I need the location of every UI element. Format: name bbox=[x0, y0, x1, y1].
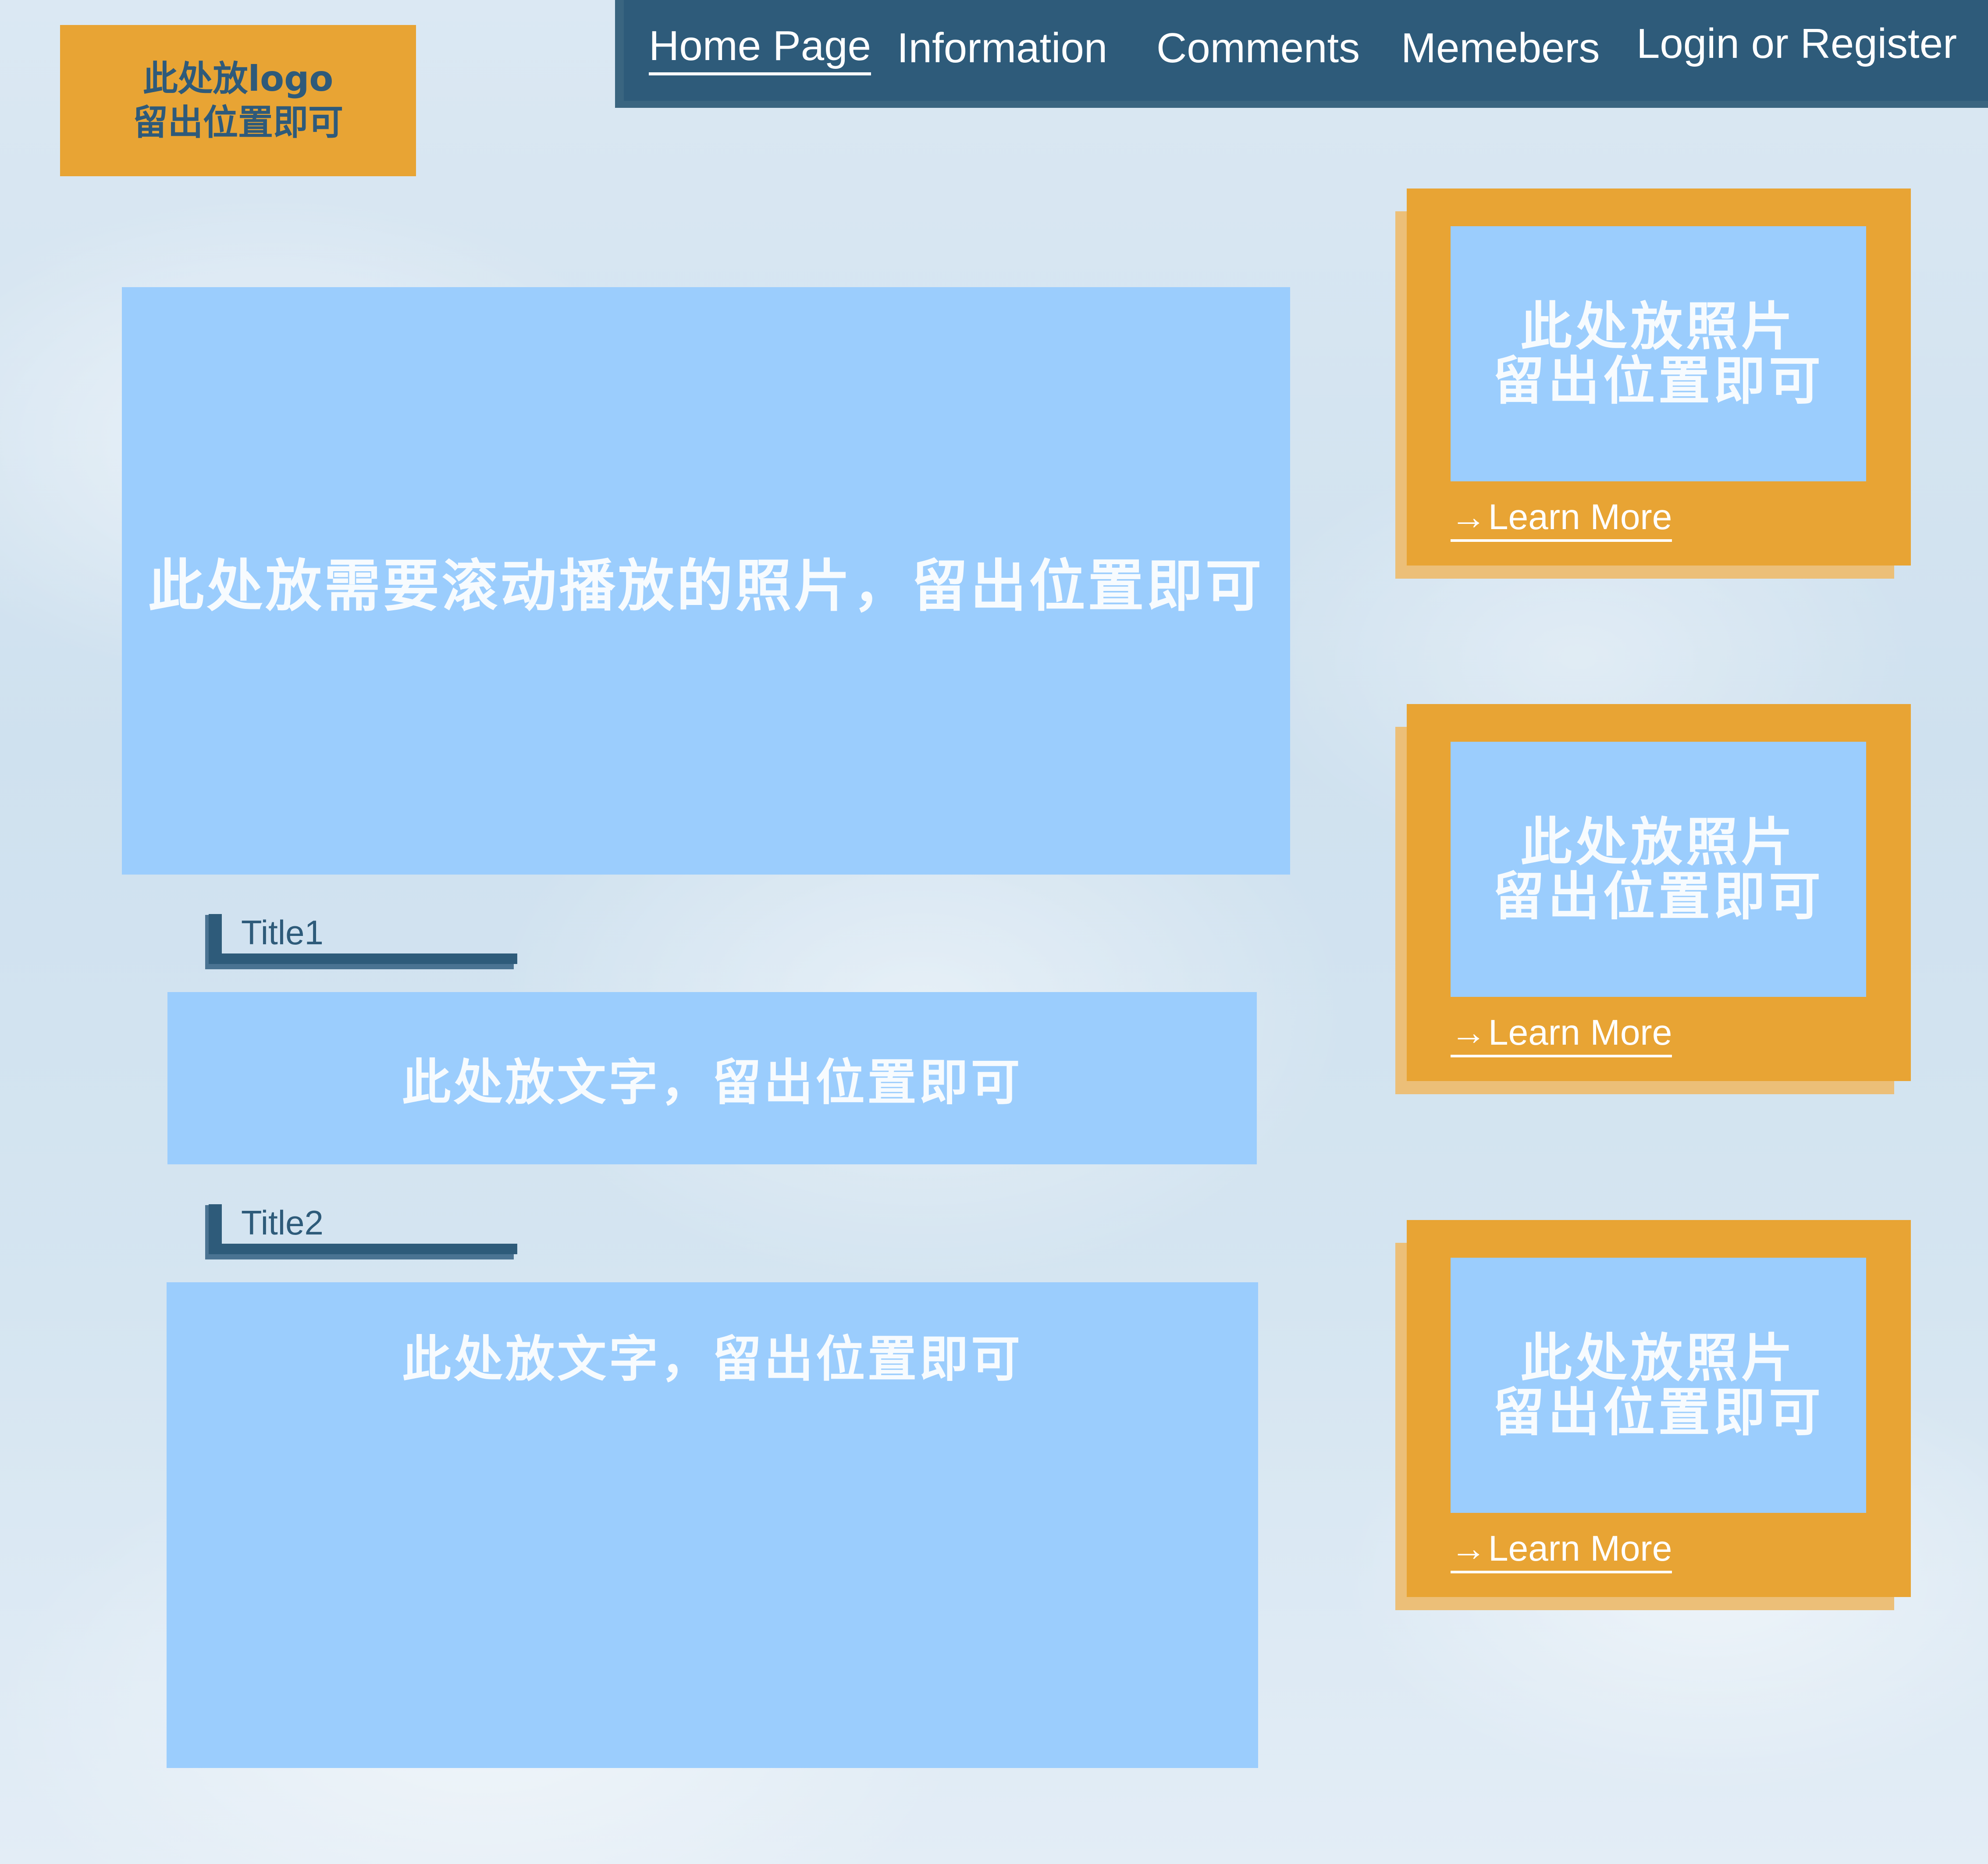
photo-card-1: 此处放照片 留出位置即可 → Learn More bbox=[1395, 189, 1911, 579]
text-panel-2-text: 此处放文字，留出位置即可 bbox=[402, 1331, 1023, 1388]
text-panel-1-text: 此处放文字，留出位置即可 bbox=[402, 1054, 1023, 1111]
learn-more-link[interactable]: → Learn More bbox=[1451, 1011, 1672, 1057]
photo-card-3: 此处放照片 留出位置即可 → Learn More bbox=[1395, 1220, 1911, 1610]
card-photo-line-2: 留出位置即可 bbox=[1492, 866, 1824, 927]
card-photo-line-1: 此处放照片 bbox=[1520, 812, 1796, 872]
card-photo-placeholder[interactable]: 此处放照片 留出位置即可 bbox=[1451, 226, 1866, 481]
section-title-2: Title2 bbox=[205, 1203, 517, 1259]
slideshow-placeholder-text: 此处放需要滚动播放的照片，留出位置即可 bbox=[148, 553, 1264, 619]
nav-item-home-page[interactable]: Home Page bbox=[649, 20, 871, 75]
learn-more-link[interactable]: → Learn More bbox=[1451, 1527, 1672, 1573]
text-panel-1: 此处放文字，留出位置即可 bbox=[167, 992, 1257, 1164]
title-underline-decoration bbox=[209, 953, 517, 964]
logo-line-1: 此处放logo bbox=[142, 58, 334, 99]
learn-more-label: Learn More bbox=[1488, 1529, 1672, 1569]
card-photo-line-2: 留出位置即可 bbox=[1492, 1382, 1824, 1443]
section-title-1-label: Title1 bbox=[241, 913, 324, 952]
title-underline-decoration bbox=[209, 1244, 517, 1254]
card-photo-line-1: 此处放照片 bbox=[1520, 1328, 1796, 1388]
section-title-1: Title1 bbox=[205, 913, 517, 969]
slideshow-placeholder[interactable]: 此处放需要滚动播放的照片，留出位置即可 bbox=[122, 287, 1290, 875]
card-photo-line-2: 留出位置即可 bbox=[1492, 351, 1824, 411]
nav-item-information[interactable]: Information bbox=[897, 20, 1107, 77]
logo-line-2: 留出位置即可 bbox=[133, 102, 343, 143]
arrow-right-icon: → bbox=[1451, 1013, 1487, 1053]
logo-placeholder[interactable]: 此处放logo 留出位置即可 bbox=[60, 25, 416, 176]
nav-item-comments[interactable]: Comments bbox=[1156, 20, 1360, 77]
nav-item-members[interactable]: Memebers bbox=[1401, 20, 1600, 77]
learn-more-label: Learn More bbox=[1488, 497, 1672, 537]
section-title-2-label: Title2 bbox=[241, 1203, 324, 1242]
learn-more-link[interactable]: → Learn More bbox=[1451, 495, 1672, 542]
card-photo-placeholder[interactable]: 此处放照片 留出位置即可 bbox=[1451, 742, 1866, 997]
learn-more-label: Learn More bbox=[1488, 1013, 1672, 1053]
arrow-right-icon: → bbox=[1451, 1529, 1487, 1569]
text-panel-2: 此处放文字，留出位置即可 bbox=[167, 1282, 1258, 1768]
card-photo-placeholder[interactable]: 此处放照片 留出位置即可 bbox=[1451, 1258, 1866, 1513]
arrow-right-icon: → bbox=[1451, 497, 1487, 537]
nav-item-login-register[interactable]: Login or Register bbox=[1636, 15, 1957, 72]
card-photo-line-1: 此处放照片 bbox=[1520, 296, 1796, 357]
photo-card-2: 此处放照片 留出位置即可 → Learn More bbox=[1395, 704, 1911, 1094]
